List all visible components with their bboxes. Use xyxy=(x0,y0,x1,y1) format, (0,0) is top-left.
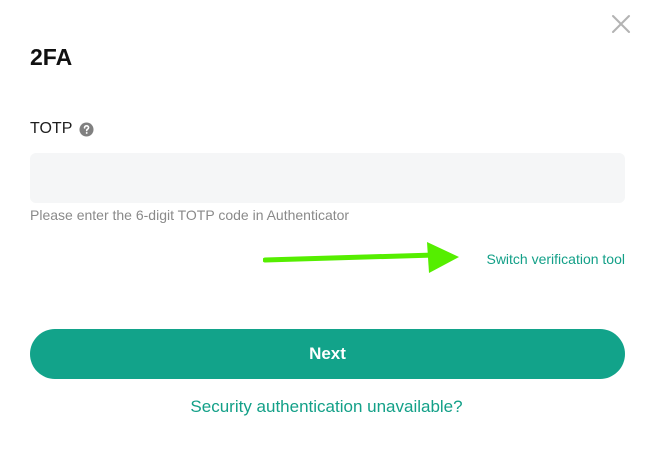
totp-label: TOTP xyxy=(30,120,73,137)
totp-label-row: TOTP xyxy=(30,119,94,139)
next-button[interactable]: Next xyxy=(30,329,625,379)
green-arrow-annotation xyxy=(263,242,459,273)
dialog-title: 2FA xyxy=(30,44,73,70)
two-factor-dialog: 2FA TOTP Please enter the 6-digit TOTP c… xyxy=(0,0,653,452)
close-icon[interactable] xyxy=(610,13,632,35)
question-circle-icon[interactable] xyxy=(79,121,94,137)
totp-code-input[interactable] xyxy=(30,153,625,203)
security-auth-unavailable-link[interactable]: Security authentication unavailable? xyxy=(0,397,653,417)
totp-hint: Please enter the 6-digit TOTP code in Au… xyxy=(30,207,350,223)
switch-verification-tool-link[interactable]: Switch verification tool xyxy=(486,250,625,268)
